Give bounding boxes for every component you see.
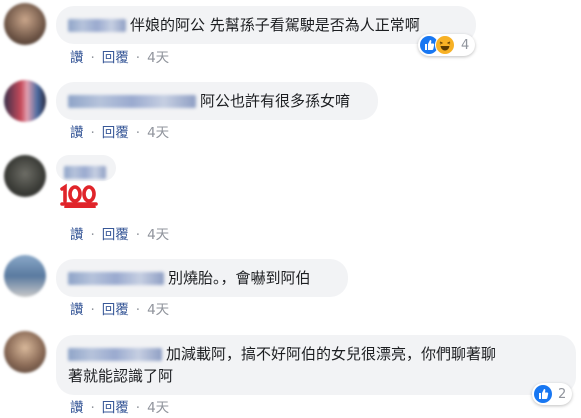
comment-bubble: 加減載阿，搞不好阿伯的女兒很漂亮，你們聊著聊 著就能認識了阿 xyxy=(56,335,576,395)
separator: · xyxy=(135,302,141,318)
timestamp[interactable]: 4天 xyxy=(147,125,169,141)
comment-actions: 讚 · 回覆 · 4天 xyxy=(70,49,176,67)
comment-bubble: 別燒胎。，會嚇到阿伯 xyxy=(56,259,348,297)
comment-text: 阿公也許有很多孫女唷 xyxy=(200,92,351,110)
comment-actions: 讚 · 回覆 · 4天 xyxy=(70,124,176,142)
timestamp[interactable]: 4天 xyxy=(147,400,169,416)
separator: · xyxy=(135,400,141,416)
reply-link[interactable]: 回覆 xyxy=(102,125,129,141)
haha-icon xyxy=(435,35,455,55)
reaction-count: 2 xyxy=(558,386,567,402)
reply-link[interactable]: 回覆 xyxy=(102,400,129,416)
avatar[interactable] xyxy=(4,155,46,197)
comment-bubble: 伴娘的阿公 先幫孫子看駕駛是否為人正常啊 xyxy=(56,6,476,44)
comment-text-line-1: 加減載阿，搞不好阿伯的女兒很漂亮，你們聊著聊 xyxy=(166,345,497,363)
separator: · xyxy=(90,50,95,66)
comment-emoji: 💯 xyxy=(58,182,102,209)
commenter-name[interactable] xyxy=(68,272,164,285)
reply-link[interactable]: 回覆 xyxy=(102,227,129,243)
comment-text-line-2: 著就能認識了阿 xyxy=(68,367,174,385)
commenter-name[interactable] xyxy=(64,166,106,179)
like-link[interactable]: 讚 xyxy=(70,50,84,66)
like-link[interactable]: 讚 xyxy=(70,227,84,243)
separator: · xyxy=(90,302,95,318)
avatar[interactable] xyxy=(4,331,46,373)
separator: · xyxy=(135,227,141,243)
like-link[interactable]: 讚 xyxy=(70,400,84,416)
commenter-name[interactable] xyxy=(68,348,162,361)
reaction-count: 4 xyxy=(461,37,470,53)
commenter-name[interactable] xyxy=(68,95,196,108)
reply-link[interactable]: 回覆 xyxy=(102,50,129,66)
like-icon xyxy=(534,385,552,403)
timestamp[interactable]: 4天 xyxy=(147,50,169,66)
separator: · xyxy=(135,125,141,141)
separator: · xyxy=(90,227,95,243)
comment-actions: 讚 · 回覆 · 4天 xyxy=(70,301,176,319)
separator: · xyxy=(90,400,95,416)
reply-link[interactable]: 回覆 xyxy=(102,302,129,318)
commenter-name[interactable] xyxy=(68,19,126,32)
avatar[interactable] xyxy=(4,3,46,45)
timestamp[interactable]: 4天 xyxy=(147,227,169,243)
timestamp[interactable]: 4天 xyxy=(147,302,169,318)
separator: · xyxy=(135,50,141,66)
like-link[interactable]: 讚 xyxy=(70,125,84,141)
like-link[interactable]: 讚 xyxy=(70,302,84,318)
reactions-summary[interactable]: 2 xyxy=(532,383,573,405)
comment-bubble xyxy=(56,155,116,181)
comment-text: 別燒胎。，會嚇到阿伯 xyxy=(168,269,311,287)
hundred-points-icon xyxy=(60,183,98,209)
avatar[interactable] xyxy=(4,255,46,297)
comment-actions: 讚 · 回覆 · 4天 xyxy=(70,226,176,244)
comment-bubble: 阿公也許有很多孫女唷 xyxy=(56,82,378,120)
comment-text: 伴娘的阿公 先幫孫子看駕駛是否為人正常啊 xyxy=(130,16,420,34)
comment-actions: 讚 · 回覆 · 4天 xyxy=(70,399,176,417)
avatar[interactable] xyxy=(4,80,46,122)
separator: · xyxy=(90,125,95,141)
reactions-summary[interactable]: 4 xyxy=(418,34,476,56)
